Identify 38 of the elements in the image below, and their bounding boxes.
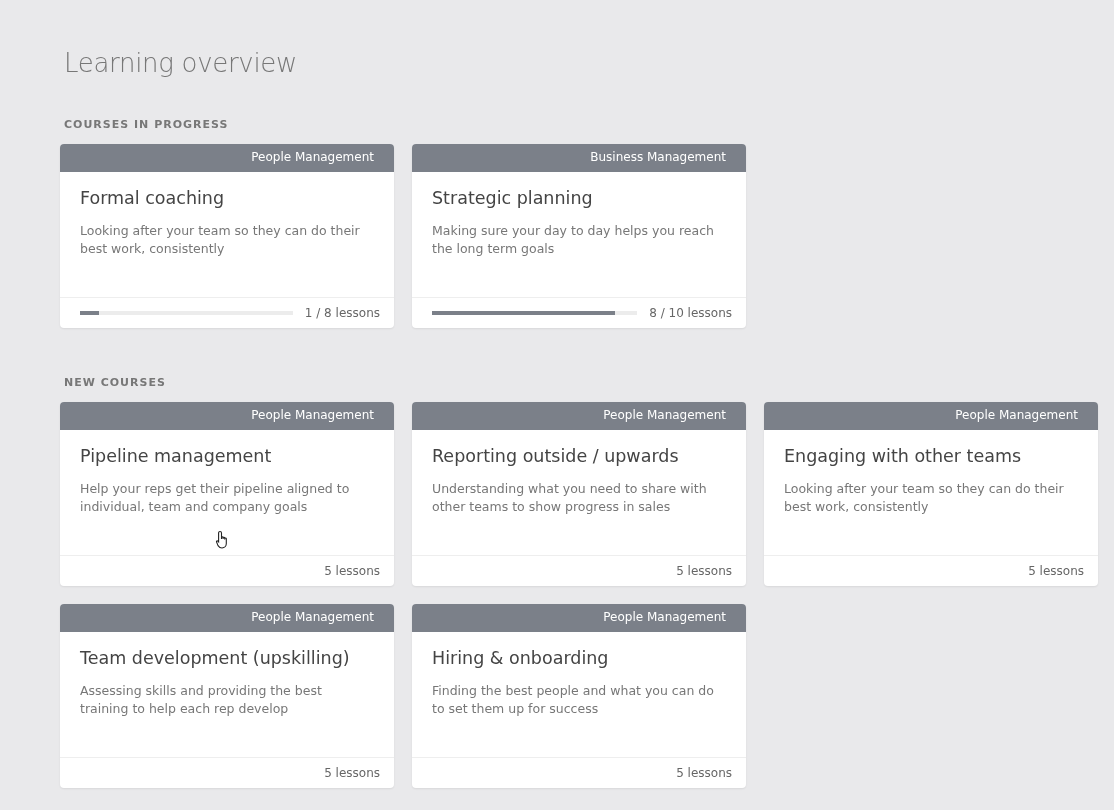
category-label: People Management [412, 604, 746, 632]
category-label: People Management [764, 402, 1098, 430]
lesson-count: 5 lessons [676, 766, 732, 780]
category-label: People Management [412, 402, 746, 430]
course-card[interactable]: People Management Formal coaching Looking after your team so they can do their best work, consistently 1 / 8 lessons [60, 144, 394, 328]
course-card[interactable]: People Management Hiring & onboarding Finding the best people and what you can do to set them up for success 5 lessons [412, 604, 746, 788]
course-card[interactable]: People Management Team development (upskilling) Assessing skills and providing the best training to help each rep develop 5 lessons [60, 604, 394, 788]
lesson-count: 5 lessons [324, 564, 380, 578]
course-description: Assessing skills and providing the best training to help each rep develop [80, 682, 323, 718]
section-heading: NEW COURSES [64, 376, 167, 389]
lesson-count: 8 / 10 lessons [649, 306, 732, 320]
course-description: Help your reps get their pipeline aligned to individual, team and company goals [80, 480, 351, 516]
course-card[interactable]: People Management Engaging with other teams Looking after your team so they can do their best work, consistently 5 lessons [764, 402, 1098, 586]
course-title: Formal coaching [80, 188, 226, 208]
course-title: Reporting outside / upwards [432, 446, 680, 466]
lesson-count: 5 lessons [1028, 564, 1084, 578]
course-card[interactable]: Business Management Strategic planning Making sure your day to day helps you reach the long term goals 8 / 10 lessons [412, 144, 746, 328]
section-heading: COURSES IN PROGRESS [64, 118, 230, 131]
course-description: Finding the best people and what you can do to set them up for success [432, 682, 715, 718]
course-description: Looking after your team so they can do their best work, consistently [784, 480, 1065, 516]
lesson-count: 1 / 8 lessons [304, 306, 380, 320]
page-title: Learning overview [64, 48, 298, 78]
course-description: Making sure your day to day helps you reach the long term goals [432, 222, 715, 258]
course-description: Understanding what you need to share with other teams to show progress in sales [432, 480, 708, 516]
lesson-count: 5 lessons [324, 766, 380, 780]
course-card[interactable]: People Management Reporting outside / upwards Understanding what you need to share with other teams to show progress in sales 5 lessons [412, 402, 746, 586]
course-title: Strategic planning [432, 188, 594, 208]
category-label: People Management [60, 604, 394, 632]
course-description: Looking after your team so they can do their best work, consistently [80, 222, 361, 258]
course-title: Hiring & onboarding [432, 648, 610, 668]
course-card[interactable]: People Management Pipeline management Help your reps get their pipeline aligned to individual, team and company goals 5 lessons [60, 402, 394, 586]
course-title: Team development (upskilling) [80, 648, 351, 668]
category-label: People Management [60, 144, 394, 172]
lesson-count: 5 lessons [676, 564, 732, 578]
category-label: People Management [60, 402, 394, 430]
course-title: Pipeline management [80, 446, 273, 466]
category-label: Business Management [412, 144, 746, 172]
course-title: Engaging with other teams [784, 446, 1023, 466]
